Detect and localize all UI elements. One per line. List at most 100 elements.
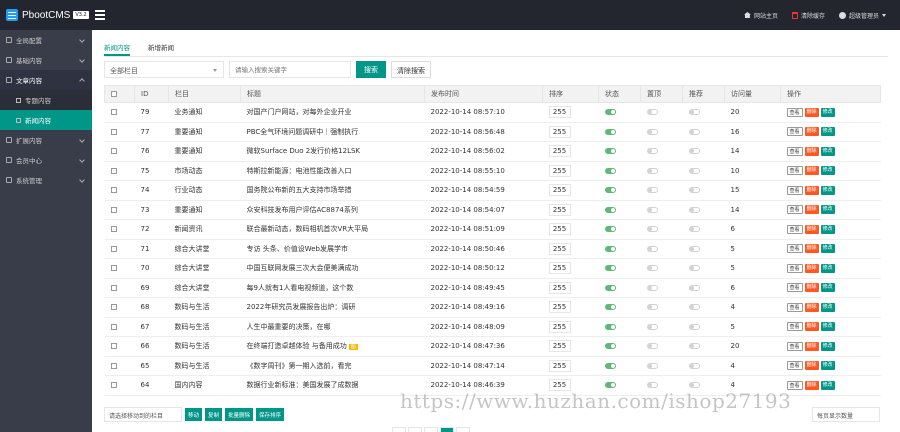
status-toggle[interactable] bbox=[604, 109, 616, 116]
tab-add-news[interactable]: 新增新闻 bbox=[148, 38, 174, 56]
top-toggle[interactable] bbox=[646, 323, 658, 330]
top-toggle[interactable] bbox=[646, 187, 658, 194]
sidebar-item-1[interactable]: 基础内容 bbox=[0, 50, 92, 70]
edit-button[interactable]: 修改 bbox=[820, 380, 835, 390]
row-checkbox[interactable] bbox=[110, 265, 117, 272]
save-sort-button[interactable]: 保存排序 bbox=[256, 408, 285, 421]
batch-column-select[interactable]: 请选择移动到的栏目 bbox=[104, 407, 182, 422]
top-toggle[interactable] bbox=[646, 304, 658, 311]
top-toggle[interactable] bbox=[646, 226, 658, 233]
recommend-toggle[interactable] bbox=[688, 304, 700, 311]
row-checkbox[interactable] bbox=[110, 109, 117, 116]
row-title[interactable]: 中国互联网发展三次大会便美满成功 bbox=[247, 264, 359, 272]
top-toggle[interactable] bbox=[646, 343, 658, 350]
sort-input[interactable]: 255 bbox=[548, 184, 571, 197]
sort-input[interactable]: 255 bbox=[548, 359, 571, 372]
clear-search-button[interactable]: 清除搜索 bbox=[391, 61, 431, 78]
row-checkbox[interactable] bbox=[110, 284, 117, 291]
delete-button[interactable]: 删除 bbox=[804, 107, 819, 117]
row-title[interactable]: 特斯拉新能源：电池性能改善入口 bbox=[247, 167, 352, 175]
row-title[interactable]: 数据行业新标准：美国发展了成数据 bbox=[247, 381, 359, 389]
recommend-toggle[interactable] bbox=[688, 323, 700, 330]
top-toggle[interactable] bbox=[646, 148, 658, 155]
delete-button[interactable]: 删除 bbox=[804, 185, 819, 195]
tab-news-list[interactable]: 新闻内容 bbox=[104, 38, 130, 56]
row-title[interactable]: 联合最新动态，数码相机首次VR大平局 bbox=[247, 225, 369, 233]
recommend-toggle[interactable] bbox=[688, 245, 700, 252]
delete-button[interactable]: 删除 bbox=[804, 127, 819, 137]
recommend-toggle[interactable] bbox=[688, 226, 700, 233]
delete-button[interactable]: 删除 bbox=[804, 224, 819, 234]
sort-input[interactable]: 255 bbox=[548, 223, 571, 236]
column-select[interactable]: 全部栏目 bbox=[104, 61, 224, 78]
view-button[interactable]: 查看 bbox=[786, 263, 803, 273]
row-checkbox[interactable] bbox=[110, 323, 117, 330]
top-toggle[interactable] bbox=[646, 167, 658, 174]
menu-toggle-icon[interactable] bbox=[95, 10, 105, 20]
recommend-toggle[interactable] bbox=[688, 362, 700, 369]
select-all-checkbox[interactable] bbox=[111, 91, 117, 97]
top-toggle[interactable] bbox=[646, 382, 658, 389]
row-title[interactable]: 人生中最重要的决策，在哪 bbox=[247, 323, 331, 331]
sidebar-item-0[interactable]: 全局配置 bbox=[0, 30, 92, 50]
top-toggle[interactable] bbox=[646, 128, 658, 135]
row-checkbox[interactable] bbox=[110, 226, 117, 233]
recommend-toggle[interactable] bbox=[688, 187, 700, 194]
status-toggle[interactable] bbox=[604, 245, 616, 252]
delete-button[interactable]: 删除 bbox=[804, 380, 819, 390]
home-link[interactable]: 网站主页 bbox=[743, 11, 778, 20]
sort-input[interactable]: 255 bbox=[548, 106, 571, 119]
sidebar-item-2[interactable]: 文章内容 bbox=[0, 70, 92, 90]
sort-input[interactable]: 255 bbox=[548, 320, 571, 333]
view-button[interactable]: 查看 bbox=[786, 107, 803, 117]
edit-button[interactable]: 修改 bbox=[820, 244, 835, 254]
view-button[interactable]: 查看 bbox=[786, 341, 803, 351]
row-checkbox[interactable] bbox=[110, 362, 117, 369]
sidebar-item-4[interactable]: 新闻内容 bbox=[0, 110, 92, 130]
edit-button[interactable]: 修改 bbox=[820, 361, 835, 371]
status-toggle[interactable] bbox=[604, 362, 616, 369]
edit-button[interactable]: 修改 bbox=[820, 283, 835, 293]
delete-button[interactable]: 删除 bbox=[804, 205, 819, 215]
page-button[interactable] bbox=[408, 427, 422, 432]
view-button[interactable]: 查看 bbox=[786, 146, 803, 156]
row-checkbox[interactable] bbox=[110, 304, 117, 311]
row-checkbox[interactable] bbox=[110, 206, 117, 213]
edit-button[interactable]: 修改 bbox=[820, 166, 835, 176]
edit-button[interactable]: 修改 bbox=[820, 107, 835, 117]
sort-input[interactable]: 255 bbox=[548, 242, 571, 255]
status-toggle[interactable] bbox=[604, 343, 616, 350]
move-button[interactable]: 移动 bbox=[185, 408, 203, 421]
recommend-toggle[interactable] bbox=[688, 128, 700, 135]
search-button[interactable]: 搜索 bbox=[356, 61, 386, 78]
row-checkbox[interactable] bbox=[110, 343, 117, 350]
recommend-toggle[interactable] bbox=[688, 109, 700, 116]
recommend-toggle[interactable] bbox=[688, 382, 700, 389]
top-toggle[interactable] bbox=[646, 109, 658, 116]
row-title[interactable]: 每9人就有1人看电视频道，这个数 bbox=[247, 284, 354, 292]
page-button-current[interactable] bbox=[440, 427, 454, 432]
row-title[interactable]: 2022年研究员发展报告出炉：调研 bbox=[247, 303, 356, 311]
view-button[interactable]: 查看 bbox=[786, 361, 803, 371]
view-button[interactable]: 查看 bbox=[786, 283, 803, 293]
top-toggle[interactable] bbox=[646, 245, 658, 252]
row-checkbox[interactable] bbox=[110, 382, 117, 389]
delete-button[interactable]: 删除 bbox=[804, 263, 819, 273]
edit-button[interactable]: 修改 bbox=[820, 322, 835, 332]
sidebar-item-6[interactable]: 会员中心 bbox=[0, 150, 92, 170]
edit-button[interactable]: 修改 bbox=[820, 224, 835, 234]
edit-button[interactable]: 修改 bbox=[820, 302, 835, 312]
edit-button[interactable]: 修改 bbox=[820, 263, 835, 273]
recommend-toggle[interactable] bbox=[688, 265, 700, 272]
status-toggle[interactable] bbox=[604, 323, 616, 330]
view-button[interactable]: 查看 bbox=[786, 322, 803, 332]
row-title[interactable]: 微软Surface Duo 2发行价格12LSK bbox=[247, 147, 361, 155]
sort-input[interactable]: 255 bbox=[548, 164, 571, 177]
view-button[interactable]: 查看 bbox=[786, 224, 803, 234]
row-checkbox[interactable] bbox=[110, 187, 117, 194]
row-checkbox[interactable] bbox=[110, 245, 117, 252]
view-button[interactable]: 查看 bbox=[786, 127, 803, 137]
status-toggle[interactable] bbox=[604, 226, 616, 233]
recommend-toggle[interactable] bbox=[688, 148, 700, 155]
sidebar-item-3[interactable]: 专题内容 bbox=[0, 90, 92, 110]
